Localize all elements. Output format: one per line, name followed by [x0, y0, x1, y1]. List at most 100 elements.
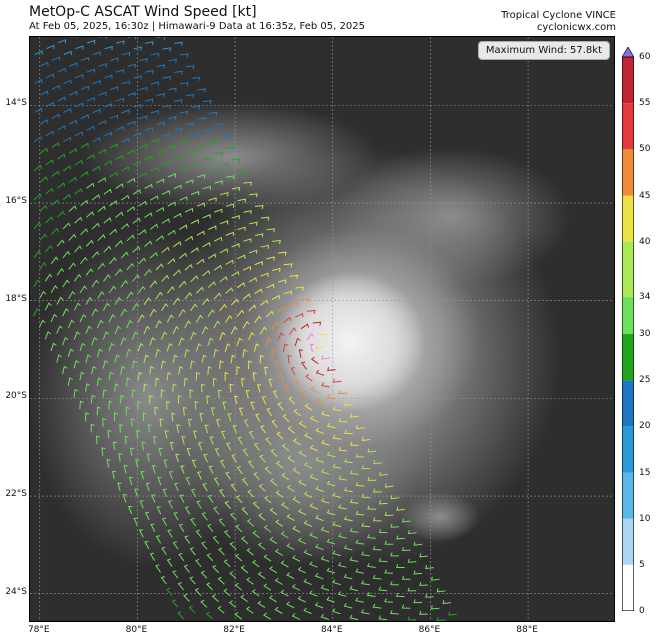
wind-barb: [104, 74, 113, 79]
wind-barb: [171, 599, 179, 608]
wind-barb: [183, 593, 190, 602]
wind-barb: [39, 176, 48, 183]
wind-barb: [156, 93, 165, 98]
wind-barb: [211, 594, 219, 602]
wind-barb: [234, 611, 242, 620]
chart-subtitle: At Feb 05, 2025, 16:30z | Himawari-9 Dat…: [29, 21, 365, 32]
wind-barb: [63, 165, 72, 172]
wind-barb: [401, 575, 411, 580]
wind-barb: [74, 188, 83, 195]
wind-barb: [185, 65, 195, 70]
wind-barb: [257, 571, 266, 580]
lat-tick-label: 16°S: [5, 196, 27, 207]
wind-barb: [57, 153, 66, 160]
wind-barb: [44, 273, 53, 282]
colorbar-segment: [622, 472, 634, 519]
wind-barb: [223, 559, 231, 568]
wind-barb: [115, 211, 124, 218]
wind-barb: [390, 581, 399, 586]
wind-barb: [326, 596, 335, 603]
lat-tick-label: 22°S: [5, 489, 27, 500]
colorbar-tick-label: 5: [639, 559, 645, 570]
wind-barb: [297, 595, 306, 603]
wind-barb: [160, 576, 167, 585]
wind-barb: [177, 582, 185, 591]
colorbar-tick-label: 15: [639, 467, 651, 478]
wind-barb: [45, 73, 55, 79]
wind-barb: [436, 617, 446, 621]
wind-barb: [430, 576, 440, 581]
wind-barb: [86, 39, 96, 45]
wind-barb: [200, 570, 208, 579]
wind-barb: [155, 206, 165, 213]
wind-barb: [115, 97, 124, 102]
wind-barb: [57, 182, 66, 189]
wind-barb: [314, 602, 324, 609]
wind-barb: [195, 558, 202, 568]
wind-barb: [33, 193, 42, 201]
wind-barb: [92, 108, 101, 114]
wind-barb: [56, 239, 65, 247]
storm-info: Tropical Cyclone VINCE cyclonicwx.com: [501, 10, 616, 34]
wind-barb: [257, 600, 266, 609]
map-panel: Maximum Wind: 57.8kt: [29, 36, 615, 622]
wind-barb: [252, 559, 260, 568]
wind-barb: [39, 204, 48, 212]
wind-barb: [191, 76, 201, 81]
wind-barb: [104, 45, 113, 51]
wind-barb: [291, 613, 301, 620]
colorbar-tick-label: 20: [639, 421, 651, 432]
wind-barb: [144, 98, 154, 103]
wind-barb: [98, 120, 107, 125]
wind-barb: [343, 602, 353, 609]
wind-barb: [51, 113, 60, 119]
wind-barb: [217, 576, 225, 585]
colorbar-tick-label: 60: [639, 52, 651, 62]
wind-barb: [384, 569, 394, 574]
lon-tick-label: 84°E: [320, 625, 343, 635]
wind-barb: [92, 51, 101, 56]
colorbar-segment: [622, 518, 634, 565]
colorbar-segment: [622, 426, 634, 473]
colorbar-extend-arrow: [622, 47, 634, 58]
wind-barb: [39, 262, 47, 270]
wind-barb: [286, 601, 295, 609]
wind-barb: [86, 211, 95, 218]
wind-barb: [56, 267, 65, 276]
wind-barb: [109, 114, 119, 120]
wind-barb: [156, 37, 166, 40]
wind-barb: [45, 244, 53, 253]
wind-barb: [80, 228, 89, 236]
wind-barb: [68, 148, 78, 154]
wind-barb: [419, 582, 428, 587]
colorbar-tick-label: 10: [639, 513, 651, 524]
wind-barb: [109, 200, 118, 207]
wind-barb: [442, 599, 452, 605]
wind-barb: [274, 606, 283, 614]
wind-barb: [150, 81, 160, 86]
wind-barb: [205, 611, 213, 620]
wind-barb: [144, 212, 153, 219]
wind-barb: [121, 109, 130, 114]
wind-barb: [115, 69, 125, 74]
wind-barb: [430, 605, 440, 610]
wind-barb: [46, 44, 55, 50]
wind-barb: [132, 217, 141, 224]
wind-barb: [62, 193, 71, 201]
wind-barb: [50, 256, 59, 264]
wind-barb: [56, 210, 65, 218]
wind-barb: [74, 102, 84, 108]
wind-barb: [349, 585, 359, 592]
wind-barb: [162, 75, 171, 81]
wind-barb: [280, 589, 289, 597]
wind-barb: [263, 612, 272, 620]
wind-barb: [57, 39, 67, 44]
wind-barb: [51, 56, 61, 61]
wind-barb: [109, 86, 119, 91]
wind-barb: [245, 606, 254, 614]
colorbar-tick-label: 0: [639, 606, 645, 616]
wind-barb: [274, 577, 283, 585]
wind-barb: [85, 239, 94, 247]
wind-speed-colorbar: [622, 47, 634, 611]
lon-tick-label: 88°E: [516, 625, 538, 635]
